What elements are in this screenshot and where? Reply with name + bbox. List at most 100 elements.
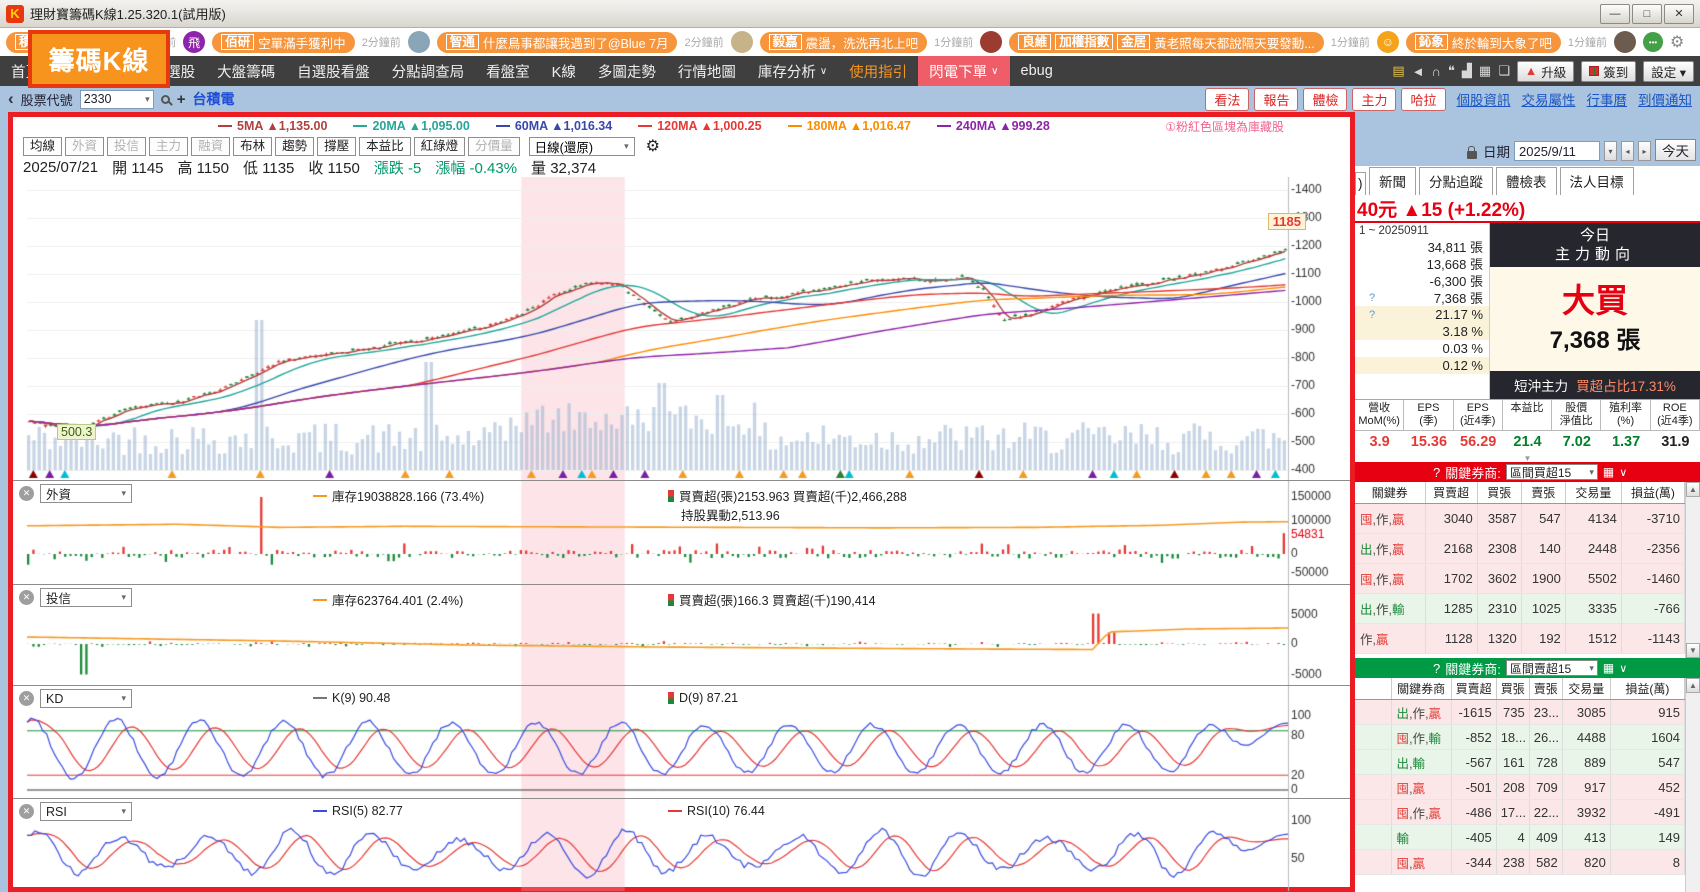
search-icon[interactable] xyxy=(161,95,170,104)
grid-view-icon[interactable]: ▦ xyxy=(1603,465,1614,479)
stock-code-input[interactable]: 2330 ▾ xyxy=(80,90,154,109)
chat-icon[interactable]: ❝ xyxy=(1448,63,1455,79)
broker-col-header[interactable]: 關鍵券 xyxy=(1355,482,1425,504)
close-panel-icon[interactable]: ✕ xyxy=(19,691,34,706)
subbar-link-交易屬性[interactable]: 交易屬性 xyxy=(1522,89,1576,109)
indicator-select[interactable]: 外資▾ xyxy=(40,484,132,503)
main-candlestick-panel[interactable]: 1185 500.3 xyxy=(13,177,1350,480)
highlighted-nav-chouma-kline[interactable]: 籌碼K線 xyxy=(28,30,170,88)
subbar-button-主力[interactable]: 主力 xyxy=(1352,88,1396,111)
upgrade-button[interactable]: ▲升級 xyxy=(1517,61,1574,82)
back-icon[interactable]: ‹ xyxy=(8,89,14,109)
nav-item-庫存分析[interactable]: 庫存分析∨ xyxy=(747,56,838,86)
close-panel-icon[interactable]: ✕ xyxy=(19,590,34,605)
broker-row[interactable]: 囤,作,贏304035875474134-3710 xyxy=(1355,504,1685,534)
tab-)[interactable]: ) xyxy=(1355,172,1366,195)
broker-row[interactable]: 囤,作,贏-48617...22...3932-491 xyxy=(1355,800,1685,825)
subbar-button-看法[interactable]: 看法 xyxy=(1205,88,1249,111)
broker-col-header[interactable]: 買賣超 xyxy=(1451,678,1496,700)
close-panel-icon[interactable]: ✕ xyxy=(19,804,34,819)
nav-item-閃電下單[interactable]: 閃電下單∨ xyxy=(918,56,1009,86)
chat-message[interactable]: 鈊象終於輪到大象了吧 xyxy=(1406,32,1561,53)
broker-col-header[interactable] xyxy=(1355,678,1391,700)
splitter-handle[interactable]: ▼ xyxy=(1355,454,1700,462)
gear-icon[interactable]: ⚙ xyxy=(1670,32,1684,52)
period-select[interactable]: 日線(還原)▾ xyxy=(529,137,635,156)
subbar-link-行事曆[interactable]: 行事曆 xyxy=(1587,89,1628,109)
broker-col-header[interactable]: 賣張 xyxy=(1529,678,1562,700)
chevron-down-icon[interactable]: ∨ xyxy=(1619,466,1627,479)
green-chat-icon[interactable]: ••• xyxy=(1643,32,1663,52)
broker-row[interactable]: 囤,作,輸-85218...26...44881604 xyxy=(1355,725,1685,750)
tab-新聞[interactable]: 新聞 xyxy=(1369,167,1416,195)
chat-message[interactable]: 佰研空單滿手獲利中 xyxy=(212,32,355,53)
subbar-button-哈拉[interactable]: 哈拉 xyxy=(1401,88,1445,111)
investment-trust-panel[interactable]: ✕投信▾庫存623764.401 (2.4%)買賣超(張)166.3 買賣超(千… xyxy=(13,584,1350,685)
close-button[interactable]: ✕ xyxy=(1664,4,1694,24)
toolbar-button-布林[interactable]: 布林 xyxy=(233,137,272,156)
broker-row[interactable]: 囤,贏-3442385828208 xyxy=(1355,850,1685,875)
sell-range-select[interactable]: 區間賣超15▾ xyxy=(1506,660,1598,676)
kd-indicator-panel[interactable]: ✕KD▾K(9) 90.48D(9) 87.21 xyxy=(13,685,1350,798)
schedule-icon[interactable]: ▦ xyxy=(1479,63,1491,79)
stock-name[interactable]: 台積電 xyxy=(192,89,234,109)
subbar-button-報告[interactable]: 報告 xyxy=(1254,88,1298,111)
toolbar-button-分價量[interactable]: 分價量 xyxy=(468,137,520,156)
nav-item-大盤籌碼[interactable]: 大盤籌碼 xyxy=(206,56,286,86)
stock-tag[interactable]: 加權指數 xyxy=(1055,34,1113,50)
broker-col-header[interactable]: 交易量 xyxy=(1565,482,1621,504)
toolbar-button-均線[interactable]: 均線 xyxy=(23,137,62,156)
chat-message[interactable]: 良維加權指數金居黃老照每天都說隔天要發動... xyxy=(1009,32,1323,53)
broker-col-header[interactable]: 買張 xyxy=(1477,482,1521,504)
foreign-investor-panel[interactable]: ✕外資▾庫存19038828.166 (73.4%)買賣超(張)2153.963… xyxy=(13,480,1350,584)
checkin-button[interactable]: 簽到 xyxy=(1581,61,1636,82)
add-stock-button[interactable]: + xyxy=(177,91,186,108)
megaphone-icon[interactable]: ◄ xyxy=(1412,64,1425,79)
nav-item-看盤室[interactable]: 看盤室 xyxy=(475,56,541,86)
stock-tag[interactable]: 金居 xyxy=(1117,34,1150,50)
tab-分點追蹤[interactable]: 分點追蹤 xyxy=(1419,167,1493,195)
indicator-select[interactable]: RSI▾ xyxy=(40,802,132,821)
stock-tag[interactable]: 良維 xyxy=(1018,34,1051,50)
date-input[interactable]: 2025/9/11 xyxy=(1514,141,1600,161)
broker-col-header[interactable]: 損益(萬) xyxy=(1610,678,1684,700)
scrollbar[interactable]: ▲▼ xyxy=(1685,482,1700,658)
toolbar-button-趨勢[interactable]: 趨勢 xyxy=(275,137,314,156)
buy-range-select[interactable]: 區間買超15▾ xyxy=(1506,464,1598,480)
broker-col-header[interactable]: 關鍵券商 xyxy=(1391,678,1451,700)
note-icon[interactable]: ▤ xyxy=(1392,63,1404,79)
window-icon[interactable]: ❏ xyxy=(1498,63,1510,79)
stats-icon[interactable]: ▟ xyxy=(1462,63,1472,79)
nav-item-使用指引[interactable]: 使用指引 xyxy=(838,56,918,86)
headset-icon[interactable]: ∩ xyxy=(1432,64,1441,79)
toolbar-button-外資[interactable]: 外資 xyxy=(65,137,104,156)
broker-row[interactable]: 出,輸-567161728889547 xyxy=(1355,750,1685,775)
nav-item-K線[interactable]: K線 xyxy=(541,56,587,86)
chevron-down-icon[interactable]: ▾ xyxy=(145,94,150,105)
candlestick-canvas[interactable] xyxy=(13,177,1350,480)
nav-item-自選股看盤[interactable]: 自選股看盤 xyxy=(286,56,381,86)
toolbar-button-撐壓[interactable]: 撐壓 xyxy=(317,137,356,156)
subbar-button-體檢[interactable]: 體檢 xyxy=(1303,88,1347,111)
nav-item-行情地圖[interactable]: 行情地圖 xyxy=(667,56,747,86)
subbar-link-個股資訊[interactable]: 個股資訊 xyxy=(1457,89,1511,109)
chart-settings-gear-icon[interactable]: ⚙ xyxy=(646,136,660,156)
subbar-link-到價通知[interactable]: 到價通知 xyxy=(1638,89,1692,109)
toolbar-button-投信[interactable]: 投信 xyxy=(107,137,146,156)
chevron-down-icon[interactable]: ∨ xyxy=(1619,662,1627,675)
broker-col-header[interactable]: 買賣超 xyxy=(1425,482,1477,504)
minimize-button[interactable]: — xyxy=(1600,4,1630,24)
date-next-button[interactable]: ▸ xyxy=(1638,141,1651,161)
toolbar-button-本益比[interactable]: 本益比 xyxy=(359,137,411,156)
nav-item-分點調查局[interactable]: 分點調查局 xyxy=(381,56,476,86)
toolbar-button-紅綠燈[interactable]: 紅綠燈 xyxy=(414,137,466,156)
stock-tag[interactable]: 毅嘉 xyxy=(769,34,802,50)
nav-item-多圖走勢[interactable]: 多圖走勢 xyxy=(587,56,667,86)
broker-row[interactable]: 輸-4054409413149 xyxy=(1355,825,1685,850)
indicator-select[interactable]: KD▾ xyxy=(40,689,132,708)
help-icon[interactable]: ? xyxy=(1433,661,1440,676)
grid-view-icon[interactable]: ▦ xyxy=(1603,661,1614,675)
broker-row[interactable]: 囤,贏-501208709917452 xyxy=(1355,775,1685,800)
broker-row[interactable]: 出,作,贏-161573523...3085915 xyxy=(1355,700,1685,725)
stock-tag[interactable]: 佰研 xyxy=(221,34,254,50)
